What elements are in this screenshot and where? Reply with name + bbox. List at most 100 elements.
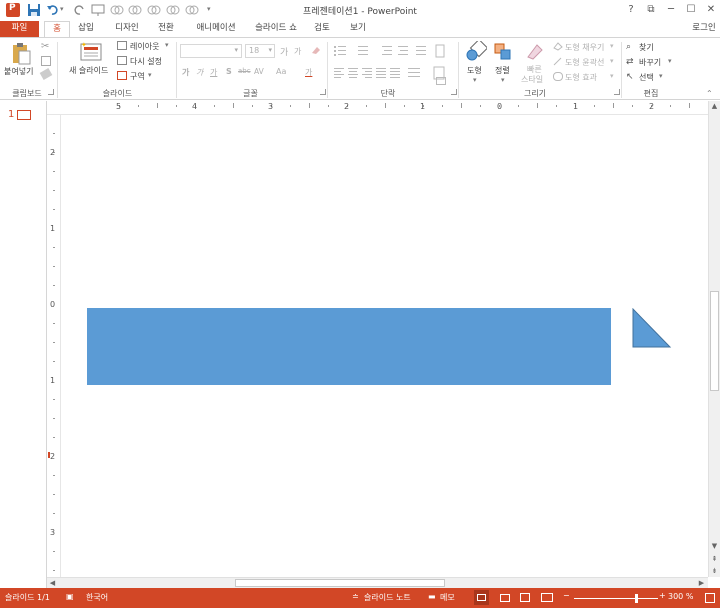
horizontal-scroll-thumb[interactable]: [235, 579, 445, 587]
shapes-icon[interactable]: [465, 38, 489, 63]
smartart-icon[interactable]: [436, 77, 446, 85]
clear-formatting-icon[interactable]: [310, 44, 322, 56]
font-name-dropdown-icon[interactable]: ▾: [234, 46, 238, 54]
shape-effects-dropdown-icon[interactable]: ▾: [610, 72, 614, 80]
character-spacing-button[interactable]: AV: [254, 67, 264, 76]
font-color-button[interactable]: 가: [305, 67, 312, 78]
tab-insert[interactable]: 삽입: [72, 21, 100, 37]
fit-to-window-icon[interactable]: [705, 593, 715, 603]
underline-button[interactable]: 가: [210, 67, 217, 78]
paste-button[interactable]: 붙여넣기: [4, 66, 33, 77]
paragraph-launcher-icon[interactable]: [451, 89, 457, 95]
section-dropdown-icon[interactable]: ▾: [148, 71, 152, 79]
tab-review[interactable]: 검토: [308, 21, 336, 37]
notes-button[interactable]: 슬라이드 노트: [364, 592, 411, 603]
zoom-slider[interactable]: [574, 598, 658, 599]
arrange-icon[interactable]: [493, 42, 513, 62]
zoom-in-icon[interactable]: +: [659, 591, 666, 600]
shape-outline-dropdown-icon[interactable]: ▾: [610, 57, 614, 65]
layout-dropdown-icon[interactable]: ▾: [165, 41, 169, 49]
paste-icon[interactable]: [10, 42, 32, 66]
minimize-button[interactable]: ─: [663, 2, 679, 18]
scroll-up-icon[interactable]: ▲: [709, 101, 720, 113]
select-button[interactable]: 선택: [639, 72, 654, 83]
clipboard-launcher-icon[interactable]: [48, 89, 54, 95]
drawing-launcher-icon[interactable]: [614, 89, 620, 95]
shape-outline-button[interactable]: 도형 윤곽선: [565, 57, 604, 68]
shapes-button[interactable]: 도형: [467, 65, 482, 76]
reset-button[interactable]: 다시 설정: [130, 56, 162, 67]
spelling-icon[interactable]: ▣: [66, 592, 74, 601]
language-indicator[interactable]: 한국어: [86, 592, 108, 603]
slideshow-view-icon[interactable]: [541, 593, 553, 602]
help-button[interactable]: ?: [623, 2, 639, 18]
zoom-out-icon[interactable]: −: [563, 591, 570, 600]
replace-dropdown-icon[interactable]: ▾: [668, 57, 672, 65]
italic-button[interactable]: 가: [196, 67, 203, 78]
find-button[interactable]: 찾기: [639, 42, 654, 53]
change-case-button[interactable]: Aa: [276, 67, 286, 76]
font-launcher-icon[interactable]: [320, 89, 326, 95]
scroll-right-icon[interactable]: ▶: [696, 578, 707, 588]
section-button[interactable]: 구역: [130, 71, 145, 82]
shapes-dropdown-icon[interactable]: ▾: [473, 76, 477, 84]
comments-icon[interactable]: ▬: [428, 592, 436, 601]
right-triangle-shape[interactable]: [632, 308, 672, 348]
quick-styles-icon[interactable]: [525, 42, 545, 62]
copy-icon[interactable]: [41, 56, 51, 66]
collapse-ribbon-icon[interactable]: ⌃: [706, 89, 713, 98]
shape-fill-button[interactable]: 도형 채우기: [565, 42, 604, 53]
comments-button[interactable]: 메모: [440, 592, 455, 603]
quick-styles-label-2[interactable]: 스타일: [521, 74, 543, 85]
arrange-button[interactable]: 정렬: [495, 65, 510, 76]
signin-link[interactable]: 로그인: [688, 21, 720, 37]
format-painter-icon[interactable]: [39, 68, 53, 80]
rectangle-shape[interactable]: [87, 308, 611, 385]
font-name-combobox[interactable]: ▾: [180, 44, 242, 58]
layout-button[interactable]: 레이아웃: [130, 41, 159, 52]
slide-canvas[interactable]: [62, 115, 708, 577]
tab-slideshow[interactable]: 슬라이드 쇼: [250, 21, 302, 37]
tab-home[interactable]: 홈: [44, 21, 70, 37]
new-slide-icon[interactable]: ✦: [80, 41, 102, 63]
shrink-font-button[interactable]: 가: [294, 46, 301, 57]
zoom-level[interactable]: 300 %: [668, 592, 693, 601]
maximize-button[interactable]: ☐: [683, 2, 699, 18]
zoom-slider-thumb[interactable]: [635, 594, 638, 603]
replace-icon: ⇄: [626, 57, 634, 67]
reading-view-icon[interactable]: [520, 593, 530, 602]
replace-button[interactable]: 바꾸기: [639, 57, 661, 68]
strikethrough-button[interactable]: abc: [238, 67, 251, 75]
shape-fill-icon: [553, 42, 563, 51]
vertical-scroll-thumb[interactable]: [710, 291, 719, 391]
select-dropdown-icon[interactable]: ▾: [659, 72, 663, 80]
close-button[interactable]: ✕: [703, 2, 719, 18]
grow-font-button[interactable]: 가: [280, 45, 288, 58]
shadow-button[interactable]: S: [226, 67, 232, 76]
arrange-dropdown-icon[interactable]: ▾: [501, 76, 505, 84]
slide-sorter-icon[interactable]: [500, 594, 510, 602]
tab-transitions[interactable]: 전환: [152, 21, 180, 37]
normal-view-button[interactable]: [474, 590, 489, 605]
bold-button[interactable]: 가: [182, 67, 189, 78]
tab-animations[interactable]: 애니메이션: [188, 21, 244, 37]
vertical-scrollbar[interactable]: ▲ ▼ ⇞ ⇟: [708, 101, 720, 577]
previous-slide-icon[interactable]: ⇞: [709, 554, 720, 565]
scroll-down-icon[interactable]: ▼: [709, 541, 720, 552]
new-slide-button[interactable]: 새 슬라이드: [69, 65, 108, 76]
next-slide-icon[interactable]: ⇟: [709, 566, 720, 577]
scroll-left-icon[interactable]: ◀: [47, 578, 58, 588]
tab-view[interactable]: 보기: [344, 21, 372, 37]
shape-fill-dropdown-icon[interactable]: ▾: [610, 42, 614, 50]
cut-icon[interactable]: ✂: [41, 41, 49, 52]
shape-effects-button[interactable]: 도형 효과: [565, 72, 597, 83]
font-size-dropdown-icon[interactable]: ▾: [268, 46, 272, 54]
slide-thumbnail[interactable]: [17, 110, 31, 120]
tab-file[interactable]: 파일: [0, 21, 39, 37]
horizontal-scrollbar[interactable]: ◀ ▶: [47, 577, 708, 588]
font-size-value: 18: [249, 46, 260, 55]
tab-design[interactable]: 디자인: [108, 21, 146, 37]
font-size-combobox[interactable]: 18 ▾: [245, 44, 275, 58]
notes-icon[interactable]: ≐: [352, 592, 359, 601]
ribbon-display-options-button[interactable]: ⧉: [643, 2, 659, 18]
